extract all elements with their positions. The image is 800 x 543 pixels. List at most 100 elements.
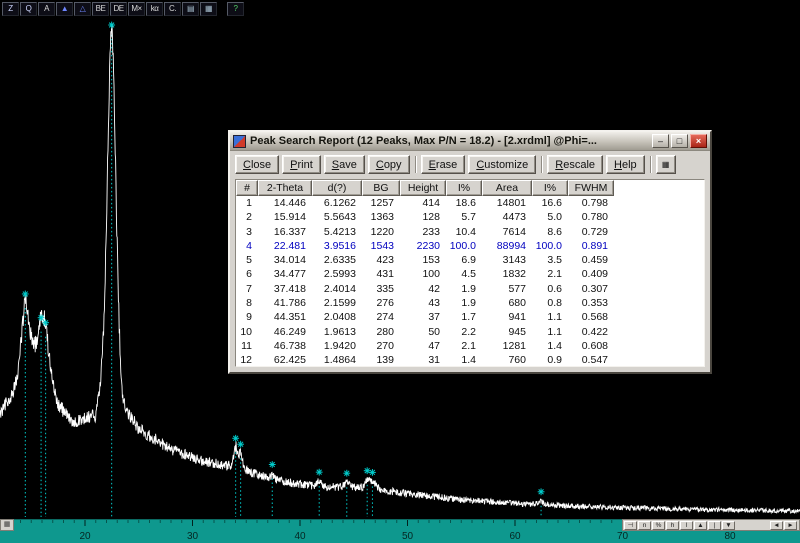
peak-cell: 22.481 [273, 239, 306, 252]
column-header[interactable]: BG [362, 180, 400, 196]
profile-fit-icon[interactable]: △ [74, 2, 91, 16]
dialog-button-erase[interactable]: Erase [420, 155, 466, 174]
peak-cell: 42 [428, 282, 440, 295]
peak-cell: 2.0408 [323, 311, 356, 324]
peak-marker-icon[interactable] [232, 434, 240, 442]
peak-cell: 10 [240, 325, 252, 338]
peak-cell: 280 [376, 325, 394, 338]
minimize-button[interactable]: – [652, 134, 669, 148]
peak-row[interactable]: 8 41.786 2.1599 276 43 1.9 680 0.8 0.353 [236, 296, 704, 310]
annotate-icon[interactable]: A [38, 2, 55, 16]
peak-cell: 0.353 [581, 297, 608, 310]
peak-search-icon[interactable]: ▲ [56, 2, 73, 16]
peak-table: #2-Theta d(?) BG Height I% Area I% FWHM 1 14.446… [235, 179, 705, 367]
data-edit-icon[interactable]: DE [110, 2, 127, 16]
application-window: Z Q A ▲ △ BE DE M× kα C. ▤ ▦? 20 30 40 50 60 70 80 ▦ ⊣ n% h… [0, 0, 800, 543]
column-header[interactable]: 2-Theta [258, 180, 312, 196]
percent-button[interactable]: % [652, 520, 665, 530]
peak-marker-icon[interactable] [343, 469, 351, 477]
dialog-button-label: Save [331, 158, 357, 171]
scale-down-button[interactable]: ▼ [722, 520, 735, 530]
dialog-button-save[interactable]: Save [323, 155, 365, 174]
column-header[interactable]: Area [482, 180, 532, 196]
dialog-button-copy[interactable]: Copy [367, 155, 410, 174]
peak-cell: 12 [240, 354, 252, 367]
column-header[interactable]: I% [446, 180, 482, 196]
height-button[interactable]: h [666, 520, 679, 530]
scale-bar-button[interactable]: | [708, 520, 721, 530]
peak-marker-icon[interactable] [268, 461, 276, 468]
peak-marker-icon[interactable] [21, 290, 29, 298]
peak-cell: 5.5643 [323, 211, 356, 224]
smooth-icon[interactable]: M× [128, 2, 145, 16]
peak-cell: 0.729 [581, 225, 608, 238]
dialog-button-label: Customize [476, 158, 529, 171]
dialog-button-print[interactable]: Print [282, 155, 321, 174]
peak-cell: 1.9420 [323, 339, 356, 352]
peak-cell: 760 [508, 354, 526, 367]
peak-cell: 2.1 [547, 268, 562, 281]
peak-marker-icon[interactable] [108, 21, 116, 29]
peak-marker-icon[interactable] [369, 469, 376, 476]
pattern-list-icon[interactable]: ▤ [182, 2, 199, 16]
peak-row[interactable]: 2 15.914 5.5643 1363 128 5.7 4473 5.0 0.780 [236, 210, 704, 224]
peak-row[interactable]: 10 46.249 1.9613 280 50 2.2 945 1.1 0.422 [236, 325, 704, 339]
column-header[interactable]: I% [532, 180, 568, 196]
peak-marker-icon[interactable] [42, 319, 50, 327]
dock-button[interactable]: ⊣ [624, 520, 637, 530]
dialog-button-label: Close [243, 158, 272, 171]
peak-row[interactable]: 9 44.351 2.0408 274 37 1.7 941 1.1 0.568 [236, 310, 704, 324]
peak-marker-icon[interactable] [363, 467, 371, 475]
column-layout-button[interactable]: ▦ [655, 155, 676, 174]
peak-cell: 16.6 [541, 197, 562, 209]
peak-cell: 4473 [502, 211, 526, 224]
peak-marker-icon[interactable] [237, 440, 245, 448]
column-header[interactable]: FWHM [568, 180, 614, 196]
peak-cell: 1832 [502, 268, 526, 281]
peak-cell: 941 [508, 311, 526, 324]
peak-cell: 31 [428, 354, 440, 367]
column-header[interactable]: d(?) [312, 180, 362, 196]
column-header[interactable]: # [236, 180, 258, 196]
dialog-button-close[interactable]: Close [235, 155, 280, 174]
peak-cell: 10.4 [455, 225, 476, 238]
dialog-button-help[interactable]: Help [606, 155, 645, 174]
peak-row[interactable]: 7 37.418 2.4014 335 42 1.9 577 0.6 0.307 [236, 282, 704, 296]
peak-row[interactable]: 11 46.738 1.9420 270 47 2.1 1281 1.4 0.608 [236, 339, 704, 353]
peak-row[interactable]: 1 14.446 6.1262 1257 414 18.6 14801 16.6 0.798 [236, 196, 704, 210]
magnifier-icon[interactable]: Q [20, 2, 37, 16]
maximize-button[interactable]: □ [671, 134, 688, 148]
dialog-button-customize[interactable]: Customize [468, 155, 537, 174]
peak-cell: 1.4 [547, 339, 562, 352]
dialog-button-rescale[interactable]: Rescale [547, 155, 604, 174]
close-icon[interactable]: × [690, 134, 707, 148]
peak-cell: 1 [246, 197, 252, 209]
peak-cell: 8.6 [547, 225, 562, 238]
peak-marker-icon[interactable] [537, 488, 545, 496]
peak-marker-icon[interactable] [315, 468, 323, 476]
calibration-icon[interactable]: C. [164, 2, 181, 16]
peak-row[interactable]: 6 34.477 2.5993 431 100 4.5 1832 2.1 0.409 [236, 267, 704, 281]
k-alpha2-strip-icon[interactable]: kα [146, 2, 163, 16]
spin-right-button[interactable]: ► [784, 520, 797, 530]
axis-tick-label: 80 [724, 531, 736, 542]
toolbar-separator [541, 156, 544, 173]
peak-search-report-dialog: Peak Search Report (12 Peaks, Max P/N = … [228, 130, 712, 374]
grid-corner-button[interactable]: ▦ [0, 519, 14, 531]
dialog-titlebar[interactable]: Peak Search Report (12 Peaks, Max P/N = … [230, 132, 710, 151]
column-header[interactable]: Height [400, 180, 446, 196]
log-scale-button[interactable]: l [680, 520, 693, 530]
peak-table-body: 1 14.446 6.1262 1257 414 18.6 14801 16.6 0.798 2 1… [236, 196, 704, 367]
peak-row[interactable]: 3 16.337 5.4213 1220 233 10.4 7614 8.6 0.729 [236, 225, 704, 239]
peak-row[interactable]: 4 22.481 3.9516 1543 2230 100.0 88994 100.0 0.89… [236, 239, 704, 253]
spin-left-button[interactable]: ◄ [770, 520, 783, 530]
peak-row[interactable]: 12 62.425 1.4864 139 31 1.4 760 0.9 0.547 [236, 353, 704, 367]
counts-button[interactable]: n [638, 520, 651, 530]
overlay-grid-icon[interactable]: ▦ [200, 2, 217, 16]
scale-up-button[interactable]: ▲ [694, 520, 707, 530]
background-edit-icon[interactable]: BE [92, 2, 109, 16]
peak-row[interactable]: 5 34.014 2.6335 423 153 6.9 3143 3.5 0.459 [236, 253, 704, 267]
help-icon[interactable]: ? [227, 2, 244, 16]
peak-cell: 1363 [370, 211, 394, 224]
zoom-tool-icon[interactable]: Z [2, 2, 19, 16]
